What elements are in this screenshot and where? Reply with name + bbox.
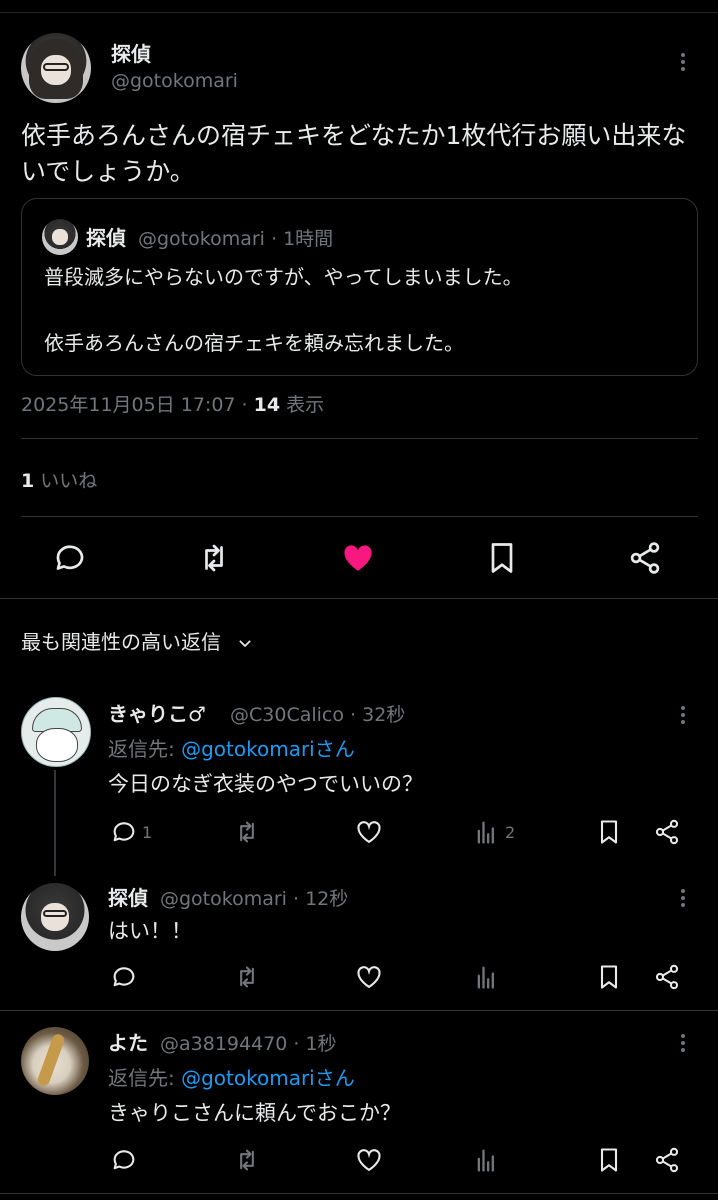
author-handle[interactable]: @gotokomari <box>111 70 238 92</box>
reply-author-handle[interactable]: @a38194470 · 1秒 <box>160 1029 337 1056</box>
bookmark-icon[interactable] <box>484 540 520 576</box>
share-icon[interactable] <box>653 1146 681 1174</box>
views-label: 表示 <box>280 394 325 416</box>
reply-text: はい！！ <box>108 919 192 943</box>
reply-to-mention[interactable]: @gotokomari <box>181 737 315 761</box>
reply-icon[interactable] <box>110 818 138 846</box>
author-avatar[interactable] <box>21 33 91 103</box>
bookmark-icon[interactable] <box>595 818 623 846</box>
more-options-icon[interactable] <box>673 886 693 910</box>
views-count: 14 <box>253 394 281 416</box>
replies-sort-label: 最も関連性の高い返信 <box>21 630 221 654</box>
reply-to-suffix: さん <box>314 1066 355 1090</box>
tweet-text: 依手あろんさんの宿チェキをどなたか1枚代行お願い出来ないでしょうか。 <box>21 121 687 186</box>
replies-sort-dropdown[interactable]: 最も関連性の高い返信 <box>21 626 253 655</box>
views-icon[interactable] <box>473 818 501 846</box>
reply-text: 今日のなぎ衣装のやつでいいの？ <box>108 772 423 796</box>
like-icon[interactable] <box>355 818 383 846</box>
reply-author-name[interactable]: きゃりこ♂ <box>108 698 206 727</box>
thread-connector <box>54 770 56 876</box>
quote-author-handle: @gotokomari · 1時間 <box>138 228 334 250</box>
quote-avatar <box>42 219 78 255</box>
reply-avatar[interactable] <box>21 697 91 767</box>
tweet-meta: 2025年11月05日 17:07 · 14 表示 <box>21 390 324 417</box>
likes-count: 1 <box>21 470 35 492</box>
reply-to-mention[interactable]: @gotokomari <box>181 1066 315 1090</box>
divider <box>21 438 698 439</box>
reply-avatar[interactable] <box>21 1027 89 1095</box>
reply-divider <box>0 1010 718 1011</box>
likes-label: いいね <box>34 470 98 492</box>
share-icon[interactable] <box>653 963 681 991</box>
author-name[interactable]: 探偵 <box>111 38 151 67</box>
reply-author-handle[interactable]: @gotokomari · 12秒 <box>160 884 348 911</box>
reply-author-handle[interactable]: @C30Calico · 32秒 <box>230 700 405 727</box>
retweet-icon[interactable] <box>233 1146 261 1174</box>
reply-to-suffix: さん <box>314 737 355 761</box>
reply-author-name[interactable]: よた <box>108 1027 148 1056</box>
reply-to-line: 返信先: @gotokomariさん <box>108 733 355 762</box>
reply-to-line: 返信先: @gotokomariさん <box>108 1062 355 1091</box>
reply-icon[interactable] <box>110 963 138 991</box>
tweet-timestamp[interactable]: 2025年11月05日 17:07 · <box>21 394 254 416</box>
reply-to-prefix: 返信先: <box>108 737 182 761</box>
retweet-icon[interactable] <box>233 963 261 991</box>
reply-to-prefix: 返信先: <box>108 1066 182 1090</box>
more-options-icon[interactable] <box>673 1031 693 1055</box>
divider <box>21 516 698 517</box>
reply-author-name[interactable]: 探偵 <box>108 882 148 911</box>
likes-summary[interactable]: 1 いいね <box>21 466 97 493</box>
quoted-tweet[interactable]: 探偵 @gotokomari · 1時間 普段滅多にやらないのですが、やってしま… <box>21 198 698 376</box>
like-icon-active[interactable] <box>340 540 376 576</box>
views-icon[interactable] <box>473 1146 501 1174</box>
bookmark-icon[interactable] <box>595 963 623 991</box>
quote-author-name: 探偵 <box>86 226 126 250</box>
bookmark-icon[interactable] <box>595 1146 623 1174</box>
like-icon[interactable] <box>355 963 383 991</box>
quote-text: 普段滅多にやらないのですが、やってしまいました。 依手あろんさんの宿チェキを頼み… <box>44 265 523 355</box>
like-icon[interactable] <box>355 1146 383 1174</box>
reply-icon[interactable] <box>52 540 88 576</box>
retweet-icon[interactable] <box>196 540 232 576</box>
more-options-icon[interactable] <box>673 50 693 74</box>
reply-text: きゃりこさんに頼んでおこか？ <box>108 1101 401 1125</box>
reply-avatar[interactable] <box>21 883 89 951</box>
reply-icon[interactable] <box>110 1146 138 1174</box>
views-count: 2 <box>505 823 516 842</box>
views-icon[interactable] <box>473 963 501 991</box>
share-icon[interactable] <box>627 540 663 576</box>
retweet-icon[interactable] <box>233 818 261 846</box>
more-options-icon[interactable] <box>673 703 693 727</box>
share-icon[interactable] <box>653 818 681 846</box>
top-divider <box>0 12 718 13</box>
reply-count: 1 <box>142 823 153 842</box>
section-divider <box>0 598 718 599</box>
chevron-down-icon <box>239 639 251 647</box>
reply-divider <box>0 1193 718 1194</box>
